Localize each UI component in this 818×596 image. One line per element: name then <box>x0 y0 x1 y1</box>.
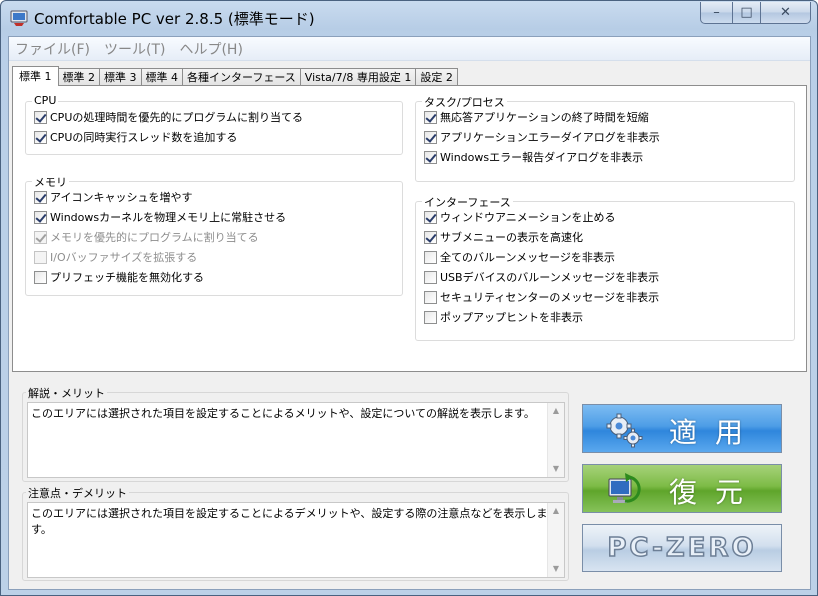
maximize-button[interactable]: □ <box>733 2 761 24</box>
merit-textarea[interactable]: このエリアには選択された項目を設定することによるメリットや、設定についての解説を… <box>27 402 565 478</box>
option-error-report-dialog[interactable]: Windowsエラー報告ダイアログを非表示 <box>424 148 643 166</box>
scroll-up-icon[interactable]: ▲ <box>548 503 564 519</box>
option-cpu-priority[interactable]: CPUの処理時間を優先的にプログラムに割り当てる <box>34 108 303 126</box>
option-label: Windowsエラー報告ダイアログを非表示 <box>440 151 644 164</box>
checkbox[interactable] <box>424 270 437 284</box>
window-title: Comfortable PC ver 2.8.5 (標準モード) <box>34 10 315 28</box>
checkbox[interactable] <box>424 110 437 124</box>
menu-help[interactable]: ヘルプ(H) <box>179 39 242 59</box>
pc-zero-logo: PC-ZERO <box>607 532 757 564</box>
checkbox[interactable] <box>34 270 47 284</box>
option-app-error-dialog[interactable]: アプリケーションエラーダイアログを非表示 <box>424 128 660 146</box>
checkbox[interactable] <box>34 130 47 144</box>
checkbox[interactable] <box>424 210 437 224</box>
memory-group: メモリ アイコンキャッシュを増やす Windowsカーネルを物理メモリ上に常駐さ… <box>25 174 403 296</box>
tab-standard-1[interactable]: 標準 1 <box>12 66 59 86</box>
checkbox[interactable] <box>34 190 47 204</box>
menu-file[interactable]: ファイル(F) <box>15 39 90 59</box>
option-label: セキュリティセンターのメッセージを非表示 <box>440 291 660 304</box>
option-label: アプリケーションエラーダイアログを非表示 <box>440 131 660 144</box>
restore-button[interactable]: 復元 <box>582 464 782 513</box>
checkbox[interactable] <box>424 290 437 304</box>
demerit-textarea[interactable]: このエリアには選択された項目を設定することによるデメリットや、設定する際の注意点… <box>27 502 565 578</box>
option-label: CPUの同時実行スレッド数を追加する <box>50 131 238 144</box>
apply-label: 適用 <box>669 416 762 449</box>
option-label: ウィンドウアニメーションを止める <box>440 211 616 224</box>
option-usb-balloons[interactable]: USBデバイスのバルーンメッセージを非表示 <box>424 268 659 286</box>
option-label: Windowsカーネルを物理メモリ上に常駐させる <box>50 211 287 224</box>
checkbox[interactable] <box>424 310 437 324</box>
option-window-animation[interactable]: ウィンドウアニメーションを止める <box>424 208 616 226</box>
option-label: CPUの処理時間を優先的にプログラムに割り当てる <box>50 111 304 124</box>
demerit-text: このエリアには選択された項目を設定することによるデメリットや、設定する際の注意点… <box>31 507 548 536</box>
checkbox[interactable] <box>34 210 47 224</box>
restore-computer-icon <box>608 473 641 503</box>
restore-label: 復元 <box>669 476 762 509</box>
apply-button[interactable]: 適用 <box>582 404 782 453</box>
option-label: 無応答アプリケーションの終了時間を短縮 <box>440 111 649 124</box>
caption-buttons: – □ ✕ <box>700 2 811 24</box>
option-label: I/Oバッファサイズを拡張する <box>50 251 198 264</box>
option-label: サブメニューの表示を高速化 <box>440 231 583 244</box>
tab-strip: 標準 1 標準 2 標準 3 標準 4 各種インターフェース Vista/7/8… <box>12 66 458 86</box>
option-popup-hints[interactable]: ポップアップヒントを非表示 <box>424 308 583 326</box>
option-icon-cache[interactable]: アイコンキャッシュを増やす <box>34 188 192 206</box>
maximize-icon: □ <box>740 5 753 20</box>
checkbox[interactable] <box>34 230 47 244</box>
pc-zero-button[interactable]: PC-ZERO <box>582 524 782 572</box>
tab-panel: CPU CPUの処理時間を優先的にプログラムに割り当てる CPUの同時実行スレッ… <box>12 85 807 372</box>
option-prefetch[interactable]: プリフェッチ機能を無効化する <box>34 268 204 286</box>
tab-standard-2[interactable]: 標準 2 <box>57 68 100 86</box>
option-memory-priority[interactable]: メモリを優先的にプログラムに割り当てる <box>34 228 259 246</box>
checkbox[interactable] <box>424 130 437 144</box>
cpu-group: CPU CPUの処理時間を優先的にプログラムに割り当てる CPUの同時実行スレッ… <box>25 94 403 155</box>
option-io-buffer[interactable]: I/Oバッファサイズを拡張する <box>34 248 197 266</box>
app-window: Comfortable PC ver 2.8.5 (標準モード) – □ ✕ フ… <box>0 0 818 596</box>
option-kernel-resident[interactable]: Windowsカーネルを物理メモリ上に常駐させる <box>34 208 286 226</box>
tab-vista-settings-1[interactable]: Vista/7/8 専用設定 1 <box>299 68 417 86</box>
option-hung-app-timeout[interactable]: 無応答アプリケーションの終了時間を短縮 <box>424 108 649 126</box>
option-cpu-threads[interactable]: CPUの同時実行スレッド数を追加する <box>34 128 237 146</box>
cpu-group-title: CPU <box>32 94 59 107</box>
task-process-group: タスク/プロセス 無応答アプリケーションの終了時間を短縮 アプリケーションエラー… <box>415 94 795 182</box>
menu-tools[interactable]: ツール(T) <box>104 39 165 59</box>
scroll-up-icon[interactable]: ▲ <box>548 403 564 419</box>
interface-group: インターフェース ウィンドウアニメーションを止める サブメニューの表示を高速化 … <box>415 194 795 341</box>
option-label: USBデバイスのバルーンメッセージを非表示 <box>440 271 660 284</box>
tab-standard-3[interactable]: 標準 3 <box>99 68 142 86</box>
option-label: プリフェッチ機能を無効化する <box>50 271 204 284</box>
app-icon <box>10 10 28 26</box>
merit-title: 解説・メリット <box>26 385 107 401</box>
option-submenu-speed[interactable]: サブメニューの表示を高速化 <box>424 228 583 246</box>
option-security-center[interactable]: セキュリティセンターのメッセージを非表示 <box>424 288 659 306</box>
close-icon: ✕ <box>780 5 791 20</box>
merit-text: このエリアには選択された項目を設定することによるメリットや、設定についての解説を… <box>31 407 535 420</box>
option-label: 全てのバルーンメッセージを非表示 <box>440 251 615 264</box>
minimize-button[interactable]: – <box>700 2 733 24</box>
demerit-title: 注意点・デメリット <box>26 485 129 501</box>
checkbox[interactable] <box>34 110 47 124</box>
title-bar[interactable]: Comfortable PC ver 2.8.5 (標準モード) – □ ✕ <box>1 1 817 35</box>
option-label: ポップアップヒントを非表示 <box>440 311 583 324</box>
demerit-scrollbar[interactable]: ▲ ▼ <box>547 503 564 577</box>
demerit-box: 注意点・デメリット このエリアには選択された項目を設定することによるデメリットや… <box>22 485 569 581</box>
merit-box: 解説・メリット このエリアには選択された項目を設定することによるメリットや、設定… <box>22 385 569 482</box>
checkbox[interactable] <box>424 150 437 164</box>
menu-bar: ファイル(F) ツール(T) ヘルプ(H) <box>9 37 810 61</box>
option-all-balloons[interactable]: 全てのバルーンメッセージを非表示 <box>424 248 615 266</box>
scroll-down-icon[interactable]: ▼ <box>548 461 564 477</box>
tab-settings-2[interactable]: 設定 2 <box>415 68 458 86</box>
checkbox[interactable] <box>424 230 437 244</box>
tab-interfaces[interactable]: 各種インターフェース <box>182 68 301 86</box>
checkbox[interactable] <box>424 250 437 264</box>
checkbox[interactable] <box>34 250 47 264</box>
tab-standard-4[interactable]: 標準 4 <box>140 68 183 86</box>
merit-scrollbar[interactable]: ▲ ▼ <box>547 403 564 477</box>
option-label: メモリを優先的にプログラムに割り当てる <box>50 231 259 244</box>
minimize-icon: – <box>713 5 720 20</box>
gears-icon <box>606 413 643 448</box>
option-label: アイコンキャッシュを増やす <box>50 191 193 204</box>
scroll-down-icon[interactable]: ▼ <box>548 561 564 577</box>
close-button[interactable]: ✕ <box>761 2 811 24</box>
